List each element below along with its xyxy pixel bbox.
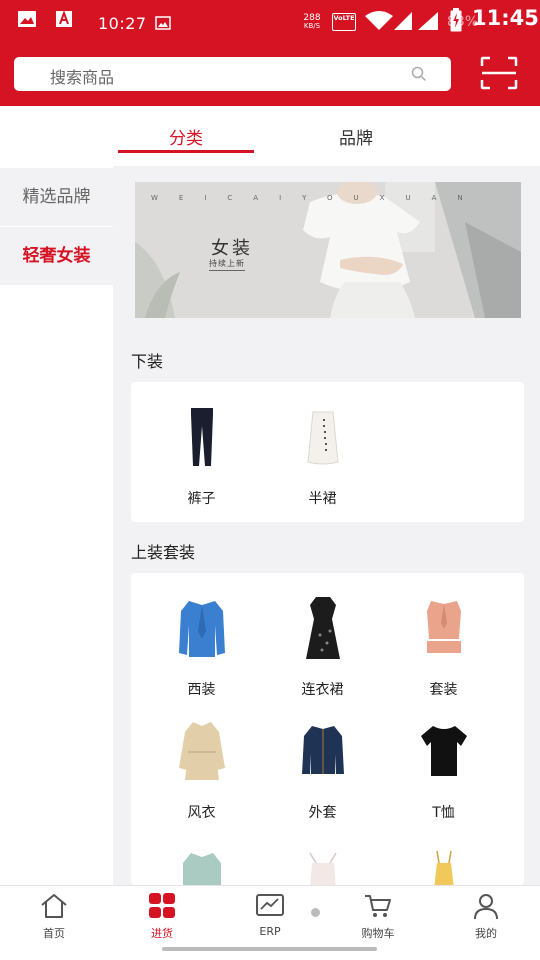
nav-label: 进货 <box>151 927 173 940</box>
nav-indicator-dot <box>311 908 320 917</box>
scan-icon[interactable] <box>480 56 518 90</box>
status-time-left: 10:27 <box>98 14 147 33</box>
erp-chart-icon <box>256 894 284 916</box>
search-input[interactable]: 搜索商品 <box>14 57 451 91</box>
category-item-skirt[interactable]: 半裙 <box>262 404 383 514</box>
nav-profile[interactable]: 我的 <box>446 890 526 942</box>
net-speed: 288 KB/S <box>302 13 322 31</box>
bottom-navigation: 首页 进货 ERP 购物车 我的 <box>0 885 540 960</box>
profile-icon <box>474 894 498 920</box>
nav-label: 首页 <box>43 927 65 940</box>
skirt-product-image <box>307 411 339 465</box>
net-speed-unit: KB/S <box>303 22 321 30</box>
category-tabs: 分类 品牌 <box>0 106 540 166</box>
volte-badge: VoLTE <box>332 13 356 31</box>
dress-product-image <box>306 597 340 659</box>
sidebar-item-featured-brands[interactable]: 精选品牌 <box>0 168 113 226</box>
category-label: 半裙 <box>308 491 337 507</box>
status-bar: 10:27 288 KB/S VoLTE 83% 11:45 <box>0 0 540 48</box>
category-item-dress[interactable]: 连衣裙 <box>262 595 383 705</box>
section-title-tops-and-sets: 上装套装 <box>131 543 196 562</box>
nav-label: ERP <box>259 925 281 938</box>
tab-category[interactable]: 分类 <box>118 124 254 149</box>
app-header: 10:27 288 KB/S VoLTE 83% 11:45 搜索商品 <box>0 0 540 106</box>
nav-purchase[interactable]: 进货 <box>122 890 202 942</box>
section-title-bottoms: 下装 <box>131 352 164 371</box>
category-item-trench-coat[interactable]: 风衣 <box>141 718 262 828</box>
slip-dress-product-image <box>434 850 454 885</box>
image-notification-icon <box>155 16 171 30</box>
banner-subtitle: 持续上新 <box>209 258 245 271</box>
shirt-product-image <box>183 853 221 885</box>
bottoms-card: 裤子 半裙 <box>131 382 524 522</box>
trench-coat-product-image <box>179 722 225 780</box>
tops-card: 西装 连衣裙 套装 风衣 外套 T恤 <box>131 573 524 885</box>
category-item-blazer[interactable]: 西装 <box>141 595 262 705</box>
active-tab-indicator <box>118 150 254 153</box>
jacket-product-image <box>302 726 344 774</box>
tab-brand[interactable]: 品牌 <box>288 124 424 149</box>
gesture-home-bar[interactable] <box>162 947 377 951</box>
category-label: 风衣 <box>187 805 216 821</box>
cart-icon <box>365 895 391 917</box>
status-time-right: 11:45 <box>472 6 539 30</box>
signal-icon <box>394 12 412 30</box>
net-speed-value: 288 <box>303 13 321 23</box>
category-label: 外套 <box>308 805 337 821</box>
banner-title: 女装 <box>211 238 253 259</box>
sidebar-item-light-luxury-womenswear[interactable]: 轻奢女装 <box>0 227 113 285</box>
pants-product-image <box>191 408 213 466</box>
suit-set-product-image <box>427 601 461 653</box>
category-label: 裤子 <box>187 491 216 507</box>
category-label: T恤 <box>432 805 455 821</box>
nav-erp[interactable]: ERP <box>230 890 310 942</box>
tshirt-product-image <box>421 726 467 776</box>
category-item-tshirt[interactable]: T恤 <box>383 718 504 828</box>
category-label: 西装 <box>187 682 216 698</box>
home-icon <box>41 894 67 918</box>
category-item-jacket[interactable]: 外套 <box>262 718 383 828</box>
nav-label: 我的 <box>475 927 497 940</box>
category-banner[interactable]: WEICAIYOUXUAN 女装 持续上新 <box>135 182 521 318</box>
nav-home[interactable]: 首页 <box>14 890 94 942</box>
category-label: 连衣裙 <box>301 682 344 698</box>
banner-spell-text: WEICAIYOUXUAN <box>151 194 484 202</box>
gallery-notification-icon <box>18 11 36 27</box>
nav-cart[interactable]: 购物车 <box>338 890 418 942</box>
banner-model-image <box>135 182 521 318</box>
wifi-icon <box>365 11 393 30</box>
category-item-shirt-partial[interactable] <box>141 849 262 885</box>
category-item-suit-set[interactable]: 套装 <box>383 595 504 705</box>
app-notification-icon <box>56 10 72 27</box>
search-placeholder: 搜索商品 <box>50 68 115 87</box>
category-item-camisole-partial[interactable] <box>262 849 383 885</box>
blazer-product-image <box>179 601 225 657</box>
grid-icon <box>149 893 175 918</box>
category-label: 套装 <box>429 682 458 698</box>
category-sidebar: 精选品牌 轻奢女装 <box>0 166 113 886</box>
nav-label: 购物车 <box>361 927 395 940</box>
category-item-pants[interactable]: 裤子 <box>141 404 262 514</box>
camisole-product-image <box>309 852 337 885</box>
search-icon <box>411 66 427 82</box>
category-item-slip-dress-partial[interactable] <box>383 849 504 885</box>
signal-4g-icon <box>418 12 438 30</box>
